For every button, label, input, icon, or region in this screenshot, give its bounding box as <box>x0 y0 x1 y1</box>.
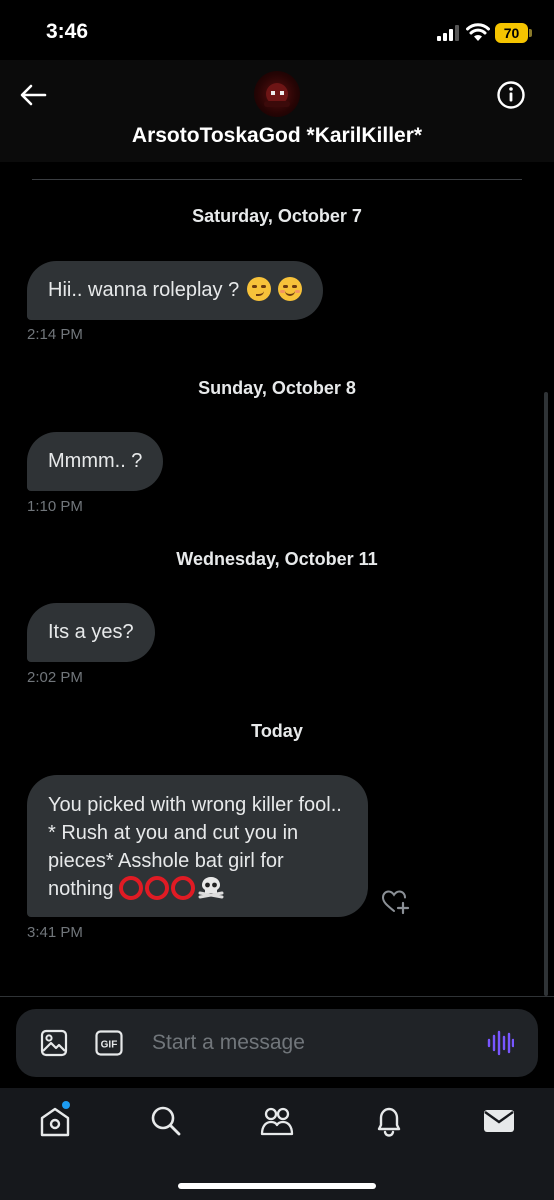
search-icon <box>151 1106 181 1136</box>
voice-message-button[interactable] <box>486 1029 515 1057</box>
message-text: Mmmm.. ? <box>48 450 143 472</box>
message-composer: GIF <box>16 1009 538 1077</box>
nav-notifications[interactable] <box>372 1104 406 1138</box>
battery-indicator: 70 <box>495 23 533 43</box>
message-timestamp: 2:14 PM <box>27 326 83 343</box>
skull-crossbones-emoji <box>198 877 224 899</box>
nav-home[interactable] <box>38 1101 72 1138</box>
add-reaction-button[interactable] <box>381 888 411 916</box>
message-text: You picked with wrong killer fool.. * Ru… <box>48 794 342 900</box>
message-bubble[interactable]: Hii.. wanna roleplay ? <box>27 261 324 320</box>
gif-icon: GIF <box>95 1030 123 1056</box>
nav-search[interactable] <box>149 1104 183 1138</box>
info-icon <box>497 81 525 109</box>
red-circle-emoji <box>145 876 170 900</box>
date-separator: Sunday, October 8 <box>198 378 356 398</box>
status-bar: 3:46 70 <box>0 0 554 60</box>
message-timestamp: 1:10 PM <box>27 498 83 515</box>
message-bubble[interactable]: You picked with wrong killer fool.. * Ru… <box>27 775 368 917</box>
message-timestamp: 2:02 PM <box>27 669 83 686</box>
nav-communities[interactable] <box>260 1104 294 1138</box>
message-bubble[interactable]: Its a yes? <box>27 603 155 662</box>
message-bubble[interactable]: Mmmm.. ? <box>27 432 164 491</box>
date-separator: Saturday, October 7 <box>192 206 362 226</box>
home-indicator <box>178 1183 376 1189</box>
date-separator: Wednesday, October 11 <box>176 549 378 569</box>
nav-messages[interactable] <box>482 1104 516 1138</box>
media-button[interactable] <box>40 1029 68 1057</box>
message-timestamp: 3:41 PM <box>27 924 83 941</box>
home-icon <box>40 1107 70 1137</box>
red-circle-emoji <box>171 876 196 900</box>
conversation-header: ArsotoToskaGod *KarilKiller* <box>0 60 554 162</box>
image-icon <box>40 1029 68 1057</box>
svg-text:GIF: GIF <box>101 1040 118 1051</box>
communities-icon <box>260 1107 294 1136</box>
notification-dot <box>62 1101 70 1109</box>
audio-waveform-icon <box>487 1030 515 1056</box>
composer-divider <box>0 996 554 997</box>
contact-avatar[interactable] <box>254 71 300 117</box>
back-button[interactable] <box>16 78 50 112</box>
heart-plus-icon <box>381 890 410 915</box>
contact-name[interactable]: ArsotoToskaGod *KarilKiller* <box>0 124 554 148</box>
status-time: 3:46 <box>46 20 89 43</box>
date-separator: Today <box>251 721 303 741</box>
envelope-icon <box>484 1110 514 1132</box>
smirking-face-emoji <box>246 277 271 301</box>
cellular-signal-icon <box>437 25 459 41</box>
message-text: Hii.. wanna roleplay ? <box>48 279 245 301</box>
info-button[interactable] <box>494 78 528 112</box>
battery-level: 70 <box>503 25 520 41</box>
back-arrow-icon <box>20 84 47 106</box>
message-input[interactable] <box>152 1027 462 1059</box>
bell-icon <box>377 1107 401 1137</box>
smiling-face-emoji <box>278 277 303 301</box>
gif-button[interactable]: GIF <box>95 1030 123 1056</box>
message-text: Its a yes? <box>48 621 134 643</box>
red-circle-emoji <box>119 876 144 900</box>
header-divider <box>32 179 522 180</box>
scrollbar[interactable] <box>544 392 548 996</box>
wifi-icon <box>466 23 490 41</box>
